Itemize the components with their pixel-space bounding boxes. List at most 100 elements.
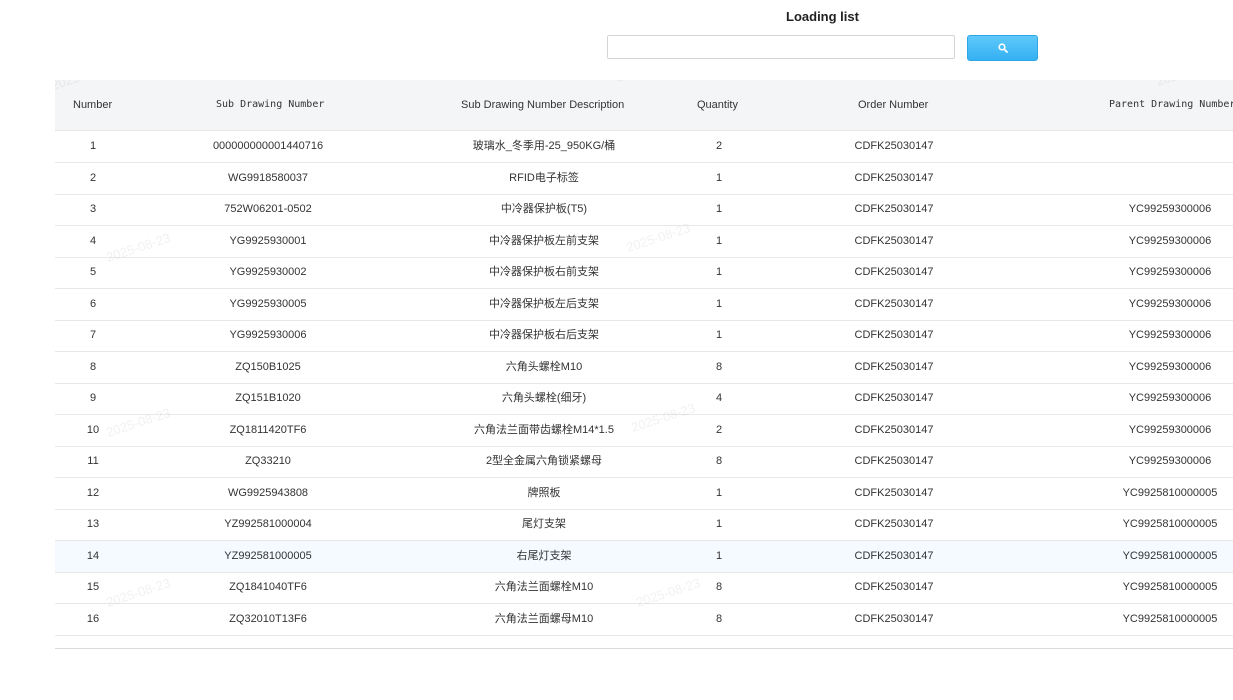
cell-number: 9: [89, 392, 97, 404]
cell-quantity: 8: [715, 612, 723, 625]
cell-order-number: CDFK25030147: [854, 360, 934, 373]
search-input[interactable]: [607, 35, 955, 59]
cell-description: RFID电子标签: [509, 171, 579, 184]
table-row[interactable]: 4 YG9925930001 中冷器保护板左前支架 1 CDFK25030147 YC99…: [55, 226, 1233, 258]
cell-sub-drawing-number: 752W06201-0502: [224, 203, 312, 215]
table-row[interactable]: 14 YZ992581000005 右尾灯支架 1 CDFK25030147 YC9925…: [55, 540, 1233, 573]
cell-number: 7: [89, 329, 97, 341]
cell-sub-drawing-number: YZ992581000004: [224, 518, 312, 530]
column-header-description[interactable]: Sub Drawing Number Description: [461, 80, 624, 130]
table-row[interactable]: 11 ZQ33210 2型全金属六角锁紧螺母 8 CDFK25030147 YC99259…: [55, 446, 1233, 478]
cell-sub-drawing-number: YZ992581000005: [224, 549, 312, 562]
cell-quantity: 2: [715, 140, 723, 152]
cell-order-number: CDFK25030147: [854, 455, 934, 467]
cell-order-number: CDFK25030147: [854, 203, 934, 215]
cell-parent-drawing-number: YC99259300006: [1128, 423, 1212, 436]
cell-order-number: CDFK25030147: [854, 423, 934, 436]
cell-sub-drawing-number: YG9925930005: [229, 297, 307, 310]
cell-number: 1: [89, 140, 97, 152]
cell-quantity: 1: [715, 297, 723, 310]
cell-sub-drawing-number: YG9925930006: [229, 329, 307, 341]
table-header: Number Sub Drawing Number Sub Drawing Nu…: [55, 80, 1233, 131]
cell-number: 4: [89, 234, 97, 247]
cell-parent-drawing-number: YC99259300006: [1128, 455, 1212, 467]
cell-number: 5: [89, 266, 97, 278]
table-row[interactable]: 7 YG9925930006 中冷器保护板右后支架 1 CDFK25030147 YC99…: [55, 320, 1233, 352]
column-header-quantity[interactable]: Quantity: [697, 80, 738, 130]
cell-quantity: 1: [715, 266, 723, 278]
cell-parent-drawing-number: YC99259300006: [1128, 392, 1212, 404]
table-row[interactable]: 16 ZQ32010T13F6 六角法兰面螺母M10 8 CDFK25030147 YC9…: [55, 604, 1233, 636]
column-header-order-number[interactable]: Order Number: [858, 80, 928, 130]
cell-sub-drawing-number: YG9925930002: [229, 266, 307, 278]
table-row[interactable]: 13 YZ992581000004 尾灯支架 1 CDFK25030147 YC99258…: [55, 509, 1233, 541]
table-row[interactable]: 2 WG9918580037 RFID电子标签 1 CDFK25030147: [55, 163, 1233, 195]
cell-sub-drawing-number: WG9925943808: [227, 486, 309, 499]
cell-description: 中冷器保护板左后支架: [489, 297, 599, 310]
cell-sub-drawing-number: ZQ150B1025: [235, 360, 301, 373]
table-row[interactable]: 5 YG9925930002 中冷器保护板右前支架 1 CDFK25030147 YC99…: [55, 257, 1233, 289]
cell-number: 15: [86, 581, 100, 593]
search-icon: [997, 43, 1008, 53]
cell-number: 14: [86, 549, 100, 562]
cell-parent-drawing-number: YC99259300006: [1128, 234, 1212, 247]
cell-sub-drawing-number: ZQ32010T13F6: [229, 612, 307, 625]
cell-description: 尾灯支架: [522, 518, 566, 530]
cell-description: 六角法兰面带齿螺栓M14*1.5: [474, 423, 614, 436]
cell-sub-drawing-number: ZQ1841040TF6: [229, 581, 307, 593]
cell-number: 16: [86, 612, 100, 625]
cell-sub-drawing-number: ZQ1811420TF6: [229, 423, 307, 436]
cell-order-number: CDFK25030147: [854, 612, 934, 625]
cell-parent-drawing-number: YC99259300006: [1128, 329, 1212, 341]
cell-sub-drawing-number: WG9918580037: [227, 171, 309, 184]
cell-quantity: 2: [715, 423, 723, 436]
table-row[interactable]: 6 YG9925930005 中冷器保护板左后支架 1 CDFK25030147 YC99…: [55, 289, 1233, 321]
cell-order-number: CDFK25030147: [854, 171, 934, 184]
table-row[interactable]: 15 ZQ1841040TF6 六角法兰面螺栓M10 8 CDFK25030147 YC9…: [55, 572, 1233, 604]
table-row[interactable]: 12 WG9925943808 牌照板 1 CDFK25030147 YC99258100…: [55, 478, 1233, 510]
cell-description: 中冷器保护板右前支架: [489, 266, 599, 278]
loading-list-table: Number Sub Drawing Number Sub Drawing Nu…: [55, 80, 1233, 649]
cell-order-number: CDFK25030147: [854, 518, 934, 530]
cell-number: 3: [89, 203, 97, 215]
cell-description: 中冷器保护板(T5): [500, 203, 588, 215]
cell-order-number: CDFK25030147: [854, 329, 934, 341]
cell-quantity: 1: [715, 518, 723, 530]
cell-order-number: CDFK25030147: [854, 392, 934, 404]
column-header-parent-drawing-number[interactable]: Parent Drawing Number: [1109, 80, 1233, 130]
table-row[interactable]: 8 ZQ150B1025 六角头螺栓M10 8 CDFK25030147 YC992593…: [55, 352, 1233, 384]
cell-parent-drawing-number: YC99259300006: [1128, 266, 1212, 278]
table-row[interactable]: 9 ZQ151B1020 六角头螺栓(细牙) 4 CDFK25030147 YC99259…: [55, 383, 1233, 415]
cell-number: 10: [86, 423, 100, 436]
column-header-sub-drawing-number[interactable]: Sub Drawing Number: [216, 80, 324, 130]
table-row[interactable]: 10 ZQ1811420TF6 六角法兰面带齿螺栓M14*1.5 2 CDFK25030…: [55, 415, 1233, 447]
table-row[interactable]: 1 000000000001440716 玻璃水_冬季用-25_950KG/桶 2 CD…: [55, 131, 1233, 163]
cell-number: 6: [89, 297, 97, 310]
cell-number: 11: [87, 455, 99, 467]
cell-description: 2型全金属六角锁紧螺母: [485, 455, 603, 467]
cell-parent-drawing-number: YC9925810000005: [1122, 581, 1218, 593]
search-button[interactable]: [967, 35, 1038, 61]
cell-quantity: 1: [715, 486, 723, 499]
cell-parent-drawing-number: YC9925810000005: [1122, 518, 1218, 530]
cell-number: 12: [86, 486, 100, 499]
cell-description: 牌照板: [527, 486, 561, 499]
cell-description: 右尾灯支架: [516, 549, 572, 562]
cell-parent-drawing-number: [1080, 163, 1233, 194]
cell-sub-drawing-number: 000000000001440716: [212, 140, 324, 152]
cell-parent-drawing-number: YC9925810000005: [1122, 549, 1218, 562]
column-header-number[interactable]: Number: [73, 80, 112, 130]
cell-order-number: CDFK25030147: [854, 140, 934, 152]
cell-description: 中冷器保护板左前支架: [489, 234, 599, 247]
cell-quantity: 8: [715, 455, 723, 467]
cell-quantity: 4: [715, 392, 723, 404]
cell-quantity: 1: [715, 329, 723, 341]
cell-order-number: CDFK25030147: [854, 297, 934, 310]
table-row[interactable]: 3 752W06201-0502 中冷器保护板(T5) 1 CDFK25030147 YC…: [55, 194, 1233, 226]
cell-order-number: CDFK25030147: [854, 234, 934, 247]
cell-quantity: 1: [715, 234, 723, 247]
cell-parent-drawing-number: YC9925810000005: [1122, 612, 1218, 625]
page-title: Loading list: [786, 9, 859, 24]
cell-parent-drawing-number: YC99259300006: [1128, 203, 1212, 215]
cell-order-number: CDFK25030147: [854, 549, 934, 562]
